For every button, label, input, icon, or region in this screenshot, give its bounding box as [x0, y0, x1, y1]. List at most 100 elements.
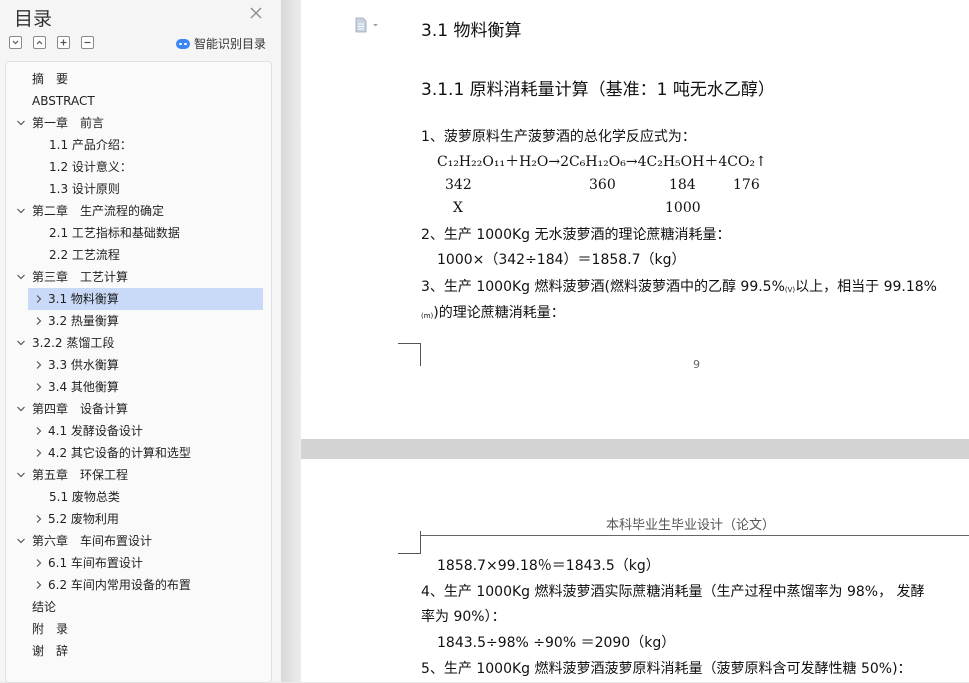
- calculation-3: 1843.5÷98% ÷90% ＝2090（kg）: [437, 635, 676, 651]
- toc-item[interactable]: 3.1 物料衡算: [28, 288, 263, 310]
- toc-item[interactable]: 3.3 供水衡算: [6, 354, 271, 376]
- chevron-right-icon[interactable]: [34, 426, 44, 436]
- toc-item-label: 第五章 环保工程: [32, 468, 129, 482]
- page-gap: [301, 439, 969, 459]
- toc-item-label: 第三章 工艺计算: [32, 270, 129, 284]
- ai-cloud-icon: [176, 38, 190, 49]
- toc-item[interactable]: 第六章 车间布置设计: [6, 530, 271, 552]
- chevron-down-icon[interactable]: [16, 118, 26, 128]
- toc-item-label: 第二章 生产流程的确定: [32, 204, 165, 218]
- close-icon[interactable]: [249, 6, 263, 20]
- calculation-2: 1858.7×99.18％＝1843.5（kg）: [437, 558, 660, 574]
- toc-item[interactable]: 摘 要: [6, 68, 271, 90]
- chevron-right-icon[interactable]: [34, 580, 44, 590]
- page-header: 本科毕业生毕业设计（论文）: [606, 518, 776, 533]
- chevron-right-icon[interactable]: [34, 294, 44, 304]
- chevron-right-icon[interactable]: [34, 558, 44, 568]
- toc-item-label: 第六章 车间布置设计: [32, 534, 153, 548]
- header-rule: [421, 535, 969, 536]
- toc-item-label: 2.1 工艺指标和基础数据: [49, 226, 180, 240]
- toc-item[interactable]: 1.1 产品介绍：: [6, 134, 271, 156]
- toc-item[interactable]: ABSTRACT: [6, 90, 271, 112]
- add-level-icon[interactable]: [57, 36, 70, 49]
- paragraph-4: 4、生产 1000Kg 燃料菠萝酒实际蔗糖消耗量（生产过程中蒸馏率为 98%， …: [421, 584, 925, 600]
- toc-item-label: 6.2 车间内常用设备的布置: [48, 578, 191, 592]
- toc-item[interactable]: 第四章 设备计算: [6, 398, 271, 420]
- toc-item[interactable]: 5.2 废物利用: [6, 508, 271, 530]
- remove-level-icon[interactable]: [81, 36, 94, 49]
- unknown-x: X: [453, 200, 463, 216]
- toc-item[interactable]: 5.1 废物总类: [6, 486, 271, 508]
- molar-mass-176: 176: [733, 177, 760, 193]
- toc-item[interactable]: 第五章 环保工程: [6, 464, 271, 486]
- chevron-right-icon[interactable]: [34, 360, 44, 370]
- toc-item[interactable]: 6.2 车间内常用设备的布置: [6, 574, 271, 596]
- chevron-right-icon[interactable]: [34, 514, 44, 524]
- molar-mass-360: 360: [589, 177, 616, 193]
- toc-item[interactable]: 3.4 其他衡算: [6, 376, 271, 398]
- document-outline-icon[interactable]: [354, 17, 380, 33]
- mass-1000: 1000: [665, 200, 701, 216]
- toc-sidebar: 目录 智能识别目录 摘 要 ABSTRACT 第一章 前言 1.1 产品介绍： 1.2 …: [0, 0, 281, 683]
- toc-item[interactable]: 附 录: [6, 618, 271, 640]
- chevron-right-icon[interactable]: [34, 316, 44, 326]
- toc-item-label: 3.2.2 蒸馏工段: [32, 336, 115, 350]
- chevron-down-icon[interactable]: [16, 404, 26, 414]
- paragraph-4-cont: 率为 90%）：: [421, 609, 506, 625]
- chevron-right-icon[interactable]: [34, 448, 44, 458]
- toc-item-label: 第四章 设备计算: [32, 402, 129, 416]
- collapse-all-icon[interactable]: [9, 36, 22, 49]
- document-page-9[interactable]: [301, 0, 969, 439]
- molar-mass-184: 184: [669, 177, 696, 193]
- toc-item[interactable]: 4.2 其它设备的计算和选型: [6, 442, 271, 464]
- toc-item[interactable]: 2.2 工艺流程: [6, 244, 271, 266]
- toc-item-label: 1.3 设计原则: [49, 182, 120, 196]
- toc-item[interactable]: 2.1 工艺指标和基础数据: [6, 222, 271, 244]
- toc-item[interactable]: 1.2 设计意义：: [6, 156, 271, 178]
- toc-item[interactable]: 4.1 发酵设备设计: [6, 420, 271, 442]
- toc-item[interactable]: 1.3 设计原则: [6, 178, 271, 200]
- toc-item-label: 2.2 工艺流程: [49, 248, 120, 262]
- document-left-shadow: [281, 0, 301, 682]
- toc-item-label: 3.2 热量衡算: [48, 314, 119, 328]
- chevron-down-icon[interactable]: [16, 206, 26, 216]
- toc-item-label: 第一章 前言: [32, 116, 105, 130]
- toc-item-label: 结论: [32, 600, 57, 614]
- section-heading: 3.1 物料衡算: [421, 21, 522, 41]
- toc-item-label: 3.3 供水衡算: [48, 358, 119, 372]
- smart-toc-label: 智能识别目录: [194, 37, 267, 51]
- toc-title: 目录: [14, 8, 53, 30]
- paragraph-5: 5、生产 1000Kg 燃料菠萝酒菠萝原料消耗量（菠萝原料含可发酵性糖 50%)…: [421, 661, 912, 677]
- toc-item[interactable]: 结论: [6, 596, 271, 618]
- toc-item[interactable]: 第三章 工艺计算: [6, 266, 271, 288]
- toc-item[interactable]: 第一章 前言: [6, 112, 271, 134]
- smart-toc-button[interactable]: 智能识别目录: [176, 35, 266, 52]
- toc-item[interactable]: 6.1 车间布置设计: [6, 552, 271, 574]
- molar-mass-342: 342: [445, 177, 472, 193]
- expand-all-icon[interactable]: [33, 36, 46, 49]
- toc-item-label: 3.1 物料衡算: [48, 292, 119, 306]
- reaction-equation: C₁₂H₂₂O₁₁＋H₂O→2C₆H₁₂O₆→4C₂H₅OH＋4CO₂↑: [437, 154, 767, 170]
- chevron-down-icon[interactable]: [16, 470, 26, 480]
- chevron-down-icon[interactable]: [16, 536, 26, 546]
- toc-list: 摘 要 ABSTRACT 第一章 前言 1.1 产品介绍： 1.2 设计意义： 1.3 设…: [5, 61, 272, 683]
- toc-item-label: 1.2 设计意义：: [49, 160, 132, 174]
- chevron-down-icon[interactable]: [16, 338, 26, 348]
- paragraph-2: 2、生产 1000Kg 无水菠萝酒的理论蔗糖消耗量：: [421, 227, 731, 243]
- margin-mark-top-left: [398, 531, 421, 554]
- toc-item[interactable]: 第二章 生产流程的确定: [6, 200, 271, 222]
- paragraph-3: 3、生产 1000Kg 燃料菠萝酒(燃料菠萝酒中的乙醇 99.5%(V)以上，相…: [421, 279, 937, 295]
- toc-item-label: 4.2 其它设备的计算和选型: [48, 446, 191, 460]
- toc-item-label: 摘 要: [32, 72, 69, 86]
- toc-item-label: ABSTRACT: [32, 94, 95, 108]
- chevron-down-icon[interactable]: [16, 272, 26, 282]
- chevron-right-icon[interactable]: [34, 382, 44, 392]
- page-number: 9: [693, 358, 700, 371]
- toc-item[interactable]: 3.2.2 蒸馏工段: [6, 332, 271, 354]
- paragraph-1: 1、菠萝原料生产菠萝酒的总化学反应式为：: [421, 129, 696, 145]
- paragraph-3-cont: (m))的理论蔗糖消耗量：: [421, 305, 565, 321]
- toc-item[interactable]: 谢 辞: [6, 640, 271, 662]
- margin-mark-bottom-left: [398, 343, 421, 366]
- toc-item-label: 1.1 产品介绍：: [49, 138, 132, 152]
- toc-item[interactable]: 3.2 热量衡算: [6, 310, 271, 332]
